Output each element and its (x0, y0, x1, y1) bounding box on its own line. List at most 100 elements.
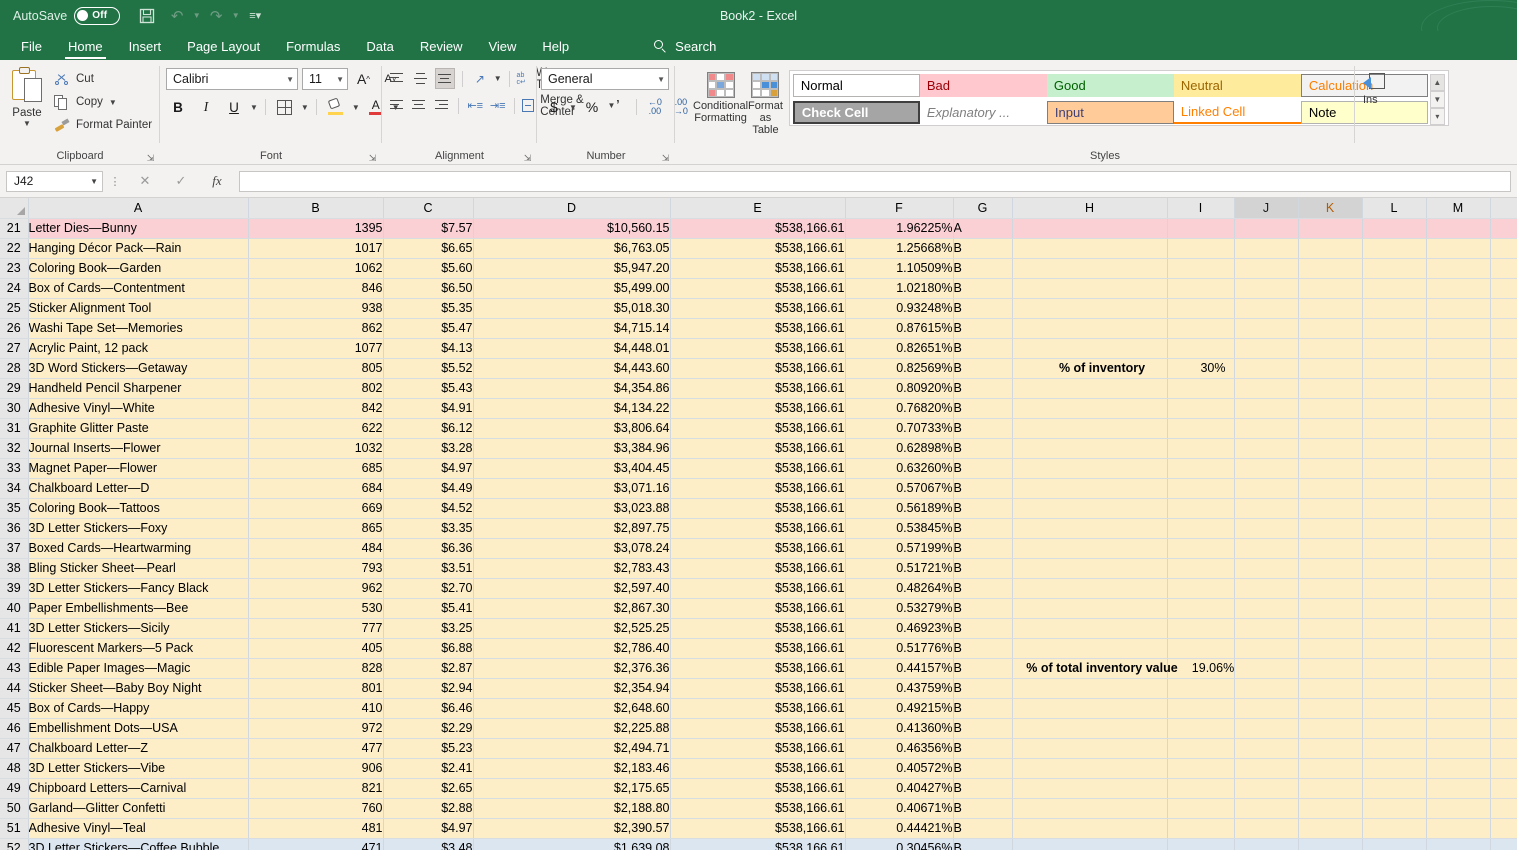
formula-bar-options-icon[interactable]: ⋮ (103, 175, 127, 188)
sheet-row[interactable]: 24Box of Cards—Contentment846$6.50$5,499… (0, 278, 1517, 298)
cell-empty[interactable] (1426, 678, 1490, 698)
cell-empty[interactable] (1426, 618, 1490, 638)
cell-total-inventory-value[interactable]: $538,166.61 (670, 478, 845, 498)
insert-cells-icon[interactable] (1363, 70, 1389, 94)
cell-percent-of-total[interactable]: 1.96225% (845, 218, 953, 238)
cell-quantity[interactable]: 530 (248, 598, 383, 618)
cell-category[interactable]: B (953, 558, 1012, 578)
cell-empty[interactable] (1426, 718, 1490, 738)
cell-annotation-value[interactable] (1167, 638, 1234, 658)
cell-total-inventory-value[interactable]: $538,166.61 (670, 638, 845, 658)
cell-quantity[interactable]: 760 (248, 798, 383, 818)
cell-category[interactable]: B (953, 498, 1012, 518)
cell-total-inventory-value[interactable]: $538,166.61 (670, 518, 845, 538)
cell-quantity[interactable]: 805 (248, 358, 383, 378)
cell-total-inventory-value[interactable]: $538,166.61 (670, 398, 845, 418)
cell-unit-price[interactable]: $6.88 (383, 638, 473, 658)
cell-empty[interactable] (1234, 818, 1298, 838)
cell-extended-value[interactable]: $2,354.94 (473, 678, 670, 698)
cell-item-name[interactable]: Coloring Book—Garden (28, 258, 248, 278)
cell-percent-of-total[interactable]: 0.40671% (845, 798, 953, 818)
cell-empty[interactable] (1298, 718, 1362, 738)
cell-percent-of-total[interactable]: 0.46356% (845, 738, 953, 758)
cell-empty[interactable] (1362, 558, 1426, 578)
cell-annotation-label[interactable] (1012, 378, 1167, 398)
cell-item-name[interactable]: Letter Dies—Bunny (28, 218, 248, 238)
sheet-row[interactable]: 29Handheld Pencil Sharpener802$5.43$4,35… (0, 378, 1517, 398)
cell-total-inventory-value[interactable]: $538,166.61 (670, 538, 845, 558)
cell-empty[interactable] (1490, 318, 1517, 338)
cell-category[interactable]: B (953, 538, 1012, 558)
cell-empty[interactable] (1234, 698, 1298, 718)
save-icon[interactable] (132, 3, 162, 29)
cell-unit-price[interactable]: $5.43 (383, 378, 473, 398)
sheet-row[interactable]: 33Magnet Paper—Flower685$4.97$3,404.45$5… (0, 458, 1517, 478)
cell-total-inventory-value[interactable]: $538,166.61 (670, 218, 845, 238)
alignment-dialog-launcher[interactable]: ⇲ (522, 153, 533, 164)
redo-icon[interactable]: ↷ (201, 3, 231, 29)
cell-extended-value[interactable]: $4,448.01 (473, 338, 670, 358)
cell-item-name[interactable]: 3D Letter Stickers—Coffee Bubble (28, 838, 248, 850)
tab-formulas[interactable]: Formulas (273, 33, 353, 60)
increase-indent-button[interactable]: ⇥≡ (488, 95, 506, 116)
column-header-k[interactable]: K (1298, 198, 1362, 218)
cell-empty[interactable] (1362, 398, 1426, 418)
cell-empty[interactable] (1426, 558, 1490, 578)
cell-annotation-label[interactable] (1012, 438, 1167, 458)
row-header[interactable]: 45 (0, 698, 28, 718)
cell-extended-value[interactable]: $5,018.30 (473, 298, 670, 318)
cell-item-name[interactable]: Garland—Glitter Confetti (28, 798, 248, 818)
cell-percent-of-total[interactable]: 0.57067% (845, 478, 953, 498)
cell-empty[interactable] (1234, 518, 1298, 538)
copy-button[interactable]: Copy ▼ (54, 92, 156, 112)
cell-empty[interactable] (1298, 398, 1362, 418)
cell-empty[interactable] (1298, 218, 1362, 238)
cell-item-name[interactable]: Magnet Paper—Flower (28, 458, 248, 478)
cell-category[interactable]: B (953, 518, 1012, 538)
cell-annotation-value[interactable] (1167, 398, 1234, 418)
style-good[interactable]: Good (1047, 74, 1174, 97)
cell-empty[interactable] (1362, 478, 1426, 498)
cell-empty[interactable] (1362, 518, 1426, 538)
cell-total-inventory-value[interactable]: $538,166.61 (670, 378, 845, 398)
cell-percent-of-total[interactable]: 0.82651% (845, 338, 953, 358)
cell-quantity[interactable]: 405 (248, 638, 383, 658)
cell-empty[interactable] (1298, 678, 1362, 698)
sheet-row[interactable]: 49Chipboard Letters—Carnival821$2.65$2,1… (0, 778, 1517, 798)
cell-annotation-label[interactable] (1012, 698, 1167, 718)
cell-empty[interactable] (1234, 758, 1298, 778)
cell-empty[interactable] (1298, 598, 1362, 618)
cell-percent-of-total[interactable]: 0.30456% (845, 838, 953, 850)
number-dialog-launcher[interactable]: ⇲ (660, 153, 671, 164)
cell-empty[interactable] (1298, 498, 1362, 518)
cell-quantity[interactable]: 821 (248, 778, 383, 798)
cell-percent-of-total[interactable]: 0.62898% (845, 438, 953, 458)
cell-quantity[interactable]: 684 (248, 478, 383, 498)
cell-empty[interactable] (1426, 638, 1490, 658)
cell-annotation-label[interactable] (1012, 358, 1167, 378)
chevron-down-icon[interactable]: ▼ (90, 177, 98, 186)
search-box[interactable]: Search (654, 33, 716, 60)
sheet-row[interactable]: 23Coloring Book—Garden1062$5.60$5,947.20… (0, 258, 1517, 278)
cell-total-inventory-value[interactable]: $538,166.61 (670, 618, 845, 638)
cell-quantity[interactable]: 1062 (248, 258, 383, 278)
cell-empty[interactable] (1298, 258, 1362, 278)
cell-extended-value[interactable]: $2,597.40 (473, 578, 670, 598)
cell-extended-value[interactable]: $2,390.57 (473, 818, 670, 838)
cell-empty[interactable] (1234, 558, 1298, 578)
sheet-row[interactable]: 26Washi Tape Set—Memories862$5.47$4,715.… (0, 318, 1517, 338)
cell-item-name[interactable]: 3D Word Stickers—Getaway (28, 358, 248, 378)
cell-quantity[interactable]: 1395 (248, 218, 383, 238)
cell-empty[interactable] (1490, 458, 1517, 478)
borders-button[interactable] (273, 96, 297, 118)
cell-annotation-label[interactable] (1012, 738, 1167, 758)
sheet-row[interactable]: 42Fluorescent Markers—5 Pack405$6.88$2,7… (0, 638, 1517, 658)
cell-empty[interactable] (1426, 838, 1490, 850)
cell-item-name[interactable]: Washi Tape Set—Memories (28, 318, 248, 338)
cell-total-inventory-value[interactable]: $538,166.61 (670, 778, 845, 798)
cell-quantity[interactable]: 777 (248, 618, 383, 638)
cell-annotation-label[interactable] (1012, 238, 1167, 258)
cell-percent-of-total[interactable]: 0.63260% (845, 458, 953, 478)
cell-empty[interactable] (1234, 338, 1298, 358)
cell-quantity[interactable]: 842 (248, 398, 383, 418)
